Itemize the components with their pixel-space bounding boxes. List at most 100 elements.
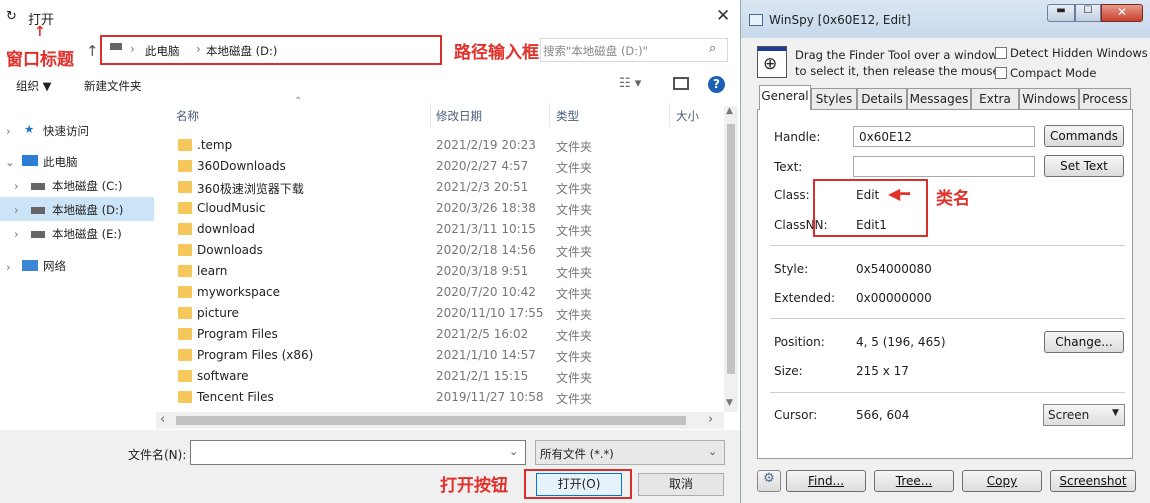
screen-select[interactable]: Screen ▼ <box>1043 404 1125 426</box>
file-row[interactable]: download 2021/3/11 10:15 文件夹 <box>170 219 730 240</box>
tree-button[interactable]: Tree... <box>874 470 954 492</box>
scrollbar-thumb[interactable] <box>727 124 735 374</box>
close-icon[interactable]: ✕ <box>716 6 730 26</box>
detect-hidden-label[interactable]: Detect Hidden Windows <box>1010 46 1148 60</box>
file-row[interactable]: software 2021/2/1 15:15 文件夹 <box>170 366 730 387</box>
up-arrow-icon[interactable]: ↑ <box>86 42 99 60</box>
tree-quick-access[interactable]: 快速访问 <box>43 123 89 139</box>
change-button[interactable]: Change... <box>1044 331 1124 353</box>
options-gear-icon[interactable]: ⚙ <box>757 470 781 492</box>
scrollbar-thumb[interactable] <box>176 416 686 425</box>
folder-icon <box>178 370 192 382</box>
screenshot-button[interactable]: Screenshot <box>1050 470 1136 492</box>
compact-mode-checkbox[interactable] <box>995 67 1007 79</box>
file-row[interactable]: Program Files 2021/2/5 16:02 文件夹 <box>170 324 730 345</box>
winspy-window: WinSpy [0x60E12, Edit] ▬ ☐ ✕ ⊕ Drag the … <box>740 0 1150 503</box>
file-name: Program Files <box>197 327 278 341</box>
chevron-down-icon[interactable]: ⌄ <box>509 445 518 458</box>
commands-button[interactable]: Commands <box>1044 125 1124 147</box>
network-icon <box>22 260 38 271</box>
file-row[interactable]: 360Downloads 2020/2/27 4:57 文件夹 <box>170 156 730 177</box>
filename-input[interactable]: ⌄ <box>190 440 526 465</box>
handle-field[interactable]: 0x60E12 <box>853 126 1035 147</box>
close-button[interactable]: ✕ <box>1101 4 1143 22</box>
col-size[interactable]: 大小 <box>676 108 699 124</box>
cursor-value: 566, 604 <box>856 408 910 422</box>
file-row[interactable]: Tencent Files 2019/11/27 10:58 文件夹 <box>170 387 730 408</box>
chevron-down-icon[interactable]: ⌄ <box>5 155 15 169</box>
horizontal-scrollbar[interactable]: ‹ › <box>156 412 724 429</box>
file-type-select[interactable]: 所有文件 (*.*) ⌄ <box>535 440 725 465</box>
file-row[interactable]: Downloads 2020/2/18 14:56 文件夹 <box>170 240 730 261</box>
scroll-down-icon[interactable]: ▼ <box>726 398 733 408</box>
scroll-right-icon[interactable]: › <box>708 412 713 427</box>
extended-value: 0x00000000 <box>856 291 932 305</box>
file-row[interactable]: picture 2020/11/10 17:55 文件夹 <box>170 303 730 324</box>
file-type: 文件夹 <box>556 140 593 154</box>
tab-general[interactable]: General <box>759 85 811 110</box>
find-button[interactable]: Find... <box>786 470 866 492</box>
preview-pane-icon[interactable] <box>673 77 689 90</box>
cancel-button[interactable]: 取消 <box>638 473 724 496</box>
file-row[interactable]: learn 2020/3/18 9:51 文件夹 <box>170 261 730 282</box>
tree-network[interactable]: 网络 <box>43 258 66 274</box>
copy-button[interactable]: Copy <box>962 470 1042 492</box>
file-name: download <box>197 222 256 236</box>
search-input[interactable]: 搜索"本地磁盘 (D:)" ⌕ <box>540 38 728 62</box>
tree-drive-c[interactable]: 本地磁盘 (C:) <box>52 178 123 194</box>
scroll-up-icon[interactable]: ▲ <box>726 106 733 116</box>
file-row[interactable]: CloudMusic 2020/3/26 18:38 文件夹 <box>170 198 730 219</box>
view-options-icon[interactable]: ☷ ▾ <box>619 76 641 91</box>
organize-button[interactable]: 组织 ▼ <box>16 78 52 94</box>
folder-icon <box>178 307 192 319</box>
vertical-scrollbar[interactable]: ▲ ▼ <box>724 106 738 412</box>
file-name: learn <box>197 264 228 278</box>
col-name[interactable]: 名称 <box>176 108 199 124</box>
tab-windows[interactable]: Windows <box>1019 88 1079 110</box>
tree-drive-d[interactable]: 本地磁盘 (D:) <box>52 202 123 218</box>
chevron-right-icon[interactable]: › <box>6 260 11 274</box>
detect-hidden-checkbox[interactable] <box>995 47 1007 59</box>
file-date: 2019/11/27 10:58 <box>436 390 544 404</box>
tree-this-pc[interactable]: 此电脑 <box>43 154 78 170</box>
file-name: .temp <box>197 138 233 152</box>
set-text-button[interactable]: Set Text <box>1044 155 1124 177</box>
chevron-right-icon[interactable]: › <box>14 227 19 241</box>
chevron-right-icon[interactable]: › <box>14 203 19 217</box>
chevron-right-icon[interactable]: › <box>14 179 19 193</box>
compact-mode-label[interactable]: Compact Mode <box>1010 66 1096 80</box>
file-row[interactable]: 360极速浏览器下载 2021/2/3 20:51 文件夹 <box>170 177 730 198</box>
finder-tool[interactable]: ⊕ <box>757 46 787 78</box>
drive-icon <box>31 231 45 238</box>
file-row[interactable]: Program Files (x86) 2021/1/10 14:57 文件夹 <box>170 345 730 366</box>
new-folder-button[interactable]: 新建文件夹 <box>84 78 142 94</box>
tab-messages[interactable]: Messages <box>907 88 971 110</box>
handle-value: 0x60E12 <box>859 130 912 144</box>
file-type: 文件夹 <box>556 266 593 280</box>
file-type: 文件夹 <box>556 161 593 175</box>
tab-process[interactable]: Process <box>1079 88 1131 110</box>
file-row[interactable]: myworkspace 2020/7/20 10:42 文件夹 <box>170 282 730 303</box>
tab-details[interactable]: Details <box>857 88 907 110</box>
scroll-left-icon[interactable]: ‹ <box>160 412 165 427</box>
finder-hint-1: Drag the Finder Tool over a window <box>795 48 998 62</box>
file-date: 2020/2/27 4:57 <box>436 159 529 173</box>
file-name: Tencent Files <box>197 390 274 404</box>
tree-drive-e[interactable]: 本地磁盘 (E:) <box>52 226 122 242</box>
divider <box>770 245 1125 246</box>
help-icon[interactable]: ? <box>708 76 725 93</box>
chevron-right-icon[interactable]: › <box>6 124 11 138</box>
file-row[interactable]: .temp 2021/2/19 20:23 文件夹 <box>170 135 730 156</box>
crosshair-icon: ⊕ <box>763 54 778 74</box>
text-field[interactable] <box>853 156 1035 177</box>
arrow-up-icon: ↑ <box>34 24 46 40</box>
col-type[interactable]: 类型 <box>556 108 579 124</box>
tab-extra[interactable]: Extra <box>971 88 1019 110</box>
file-type: 文件夹 <box>556 224 593 238</box>
col-date[interactable]: 修改日期 <box>436 108 482 124</box>
maximize-button[interactable]: ☐ <box>1075 4 1101 22</box>
minimize-button[interactable]: ▬ <box>1047 4 1075 22</box>
file-date: 2020/3/26 18:38 <box>436 201 536 215</box>
tab-styles[interactable]: Styles <box>811 88 857 110</box>
open-button[interactable]: 打开(O) <box>536 473 622 496</box>
